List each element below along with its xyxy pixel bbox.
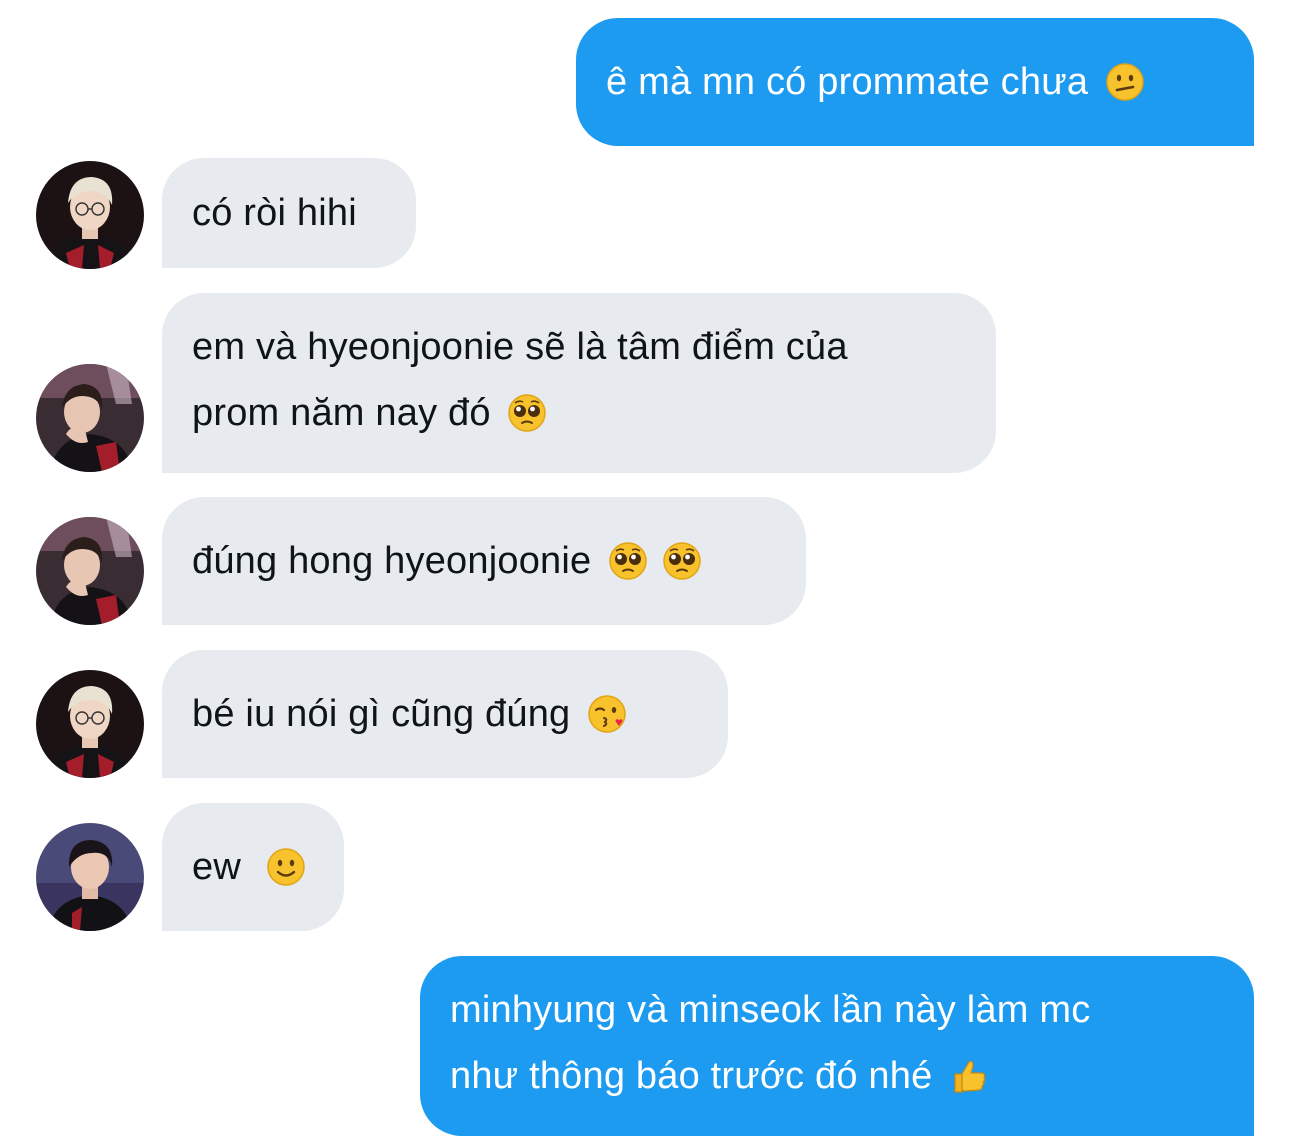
face-blowing-kiss-icon xyxy=(587,694,627,734)
message-text-line: như thông báo trước đó nhé xyxy=(450,1055,944,1097)
outgoing-message-bubble[interactable]: minhyung và minseok lần này làm mc như t… xyxy=(420,956,1254,1136)
incoming-message-bubble[interactable]: có ròi hihi xyxy=(162,158,416,268)
message-text-line: minhyung và minseok lần này làm mc xyxy=(450,989,1091,1031)
avatar-dark-hair[interactable] xyxy=(36,823,144,931)
avatar-hand-on-chin[interactable] xyxy=(36,517,144,625)
outgoing-message-bubble[interactable]: ê mà mn có prommate chưa xyxy=(576,18,1254,146)
pleading-face-icon xyxy=(662,541,702,581)
pleading-face-icon xyxy=(608,541,648,581)
thumbs-up-icon xyxy=(949,1056,989,1096)
message-text: ê mà mn có prommate chưa xyxy=(606,61,1099,103)
incoming-message-bubble[interactable]: bé iu nói gì cũng đúng xyxy=(162,650,728,778)
message-text-line: prom năm nay đó xyxy=(192,392,502,434)
message-text: bé iu nói gì cũng đúng xyxy=(192,693,582,735)
avatar-blonde-glasses[interactable] xyxy=(36,670,144,778)
message-text: đúng hong hyeonjoonie xyxy=(192,540,603,582)
message-text-line: em và hyeonjoonie sẽ là tâm điểm của xyxy=(192,326,848,368)
incoming-message-bubble[interactable]: em và hyeonjoonie sẽ là tâm điểm của pro… xyxy=(162,293,996,473)
avatar-blonde-glasses[interactable] xyxy=(36,161,144,269)
incoming-message-bubble[interactable]: đúng hong hyeonjoonie xyxy=(162,497,806,625)
message-thread: ê mà mn có prommate chưa có ròi hihi em … xyxy=(0,0,1290,1146)
incoming-message-bubble[interactable]: ew xyxy=(162,803,344,931)
message-text: có ròi hihi xyxy=(192,192,357,234)
pleading-face-icon xyxy=(507,393,547,433)
message-text: ew xyxy=(192,846,252,888)
slightly-smiling-face-icon xyxy=(266,847,306,887)
confused-face-icon xyxy=(1105,62,1145,102)
avatar-hand-on-chin[interactable] xyxy=(36,364,144,472)
